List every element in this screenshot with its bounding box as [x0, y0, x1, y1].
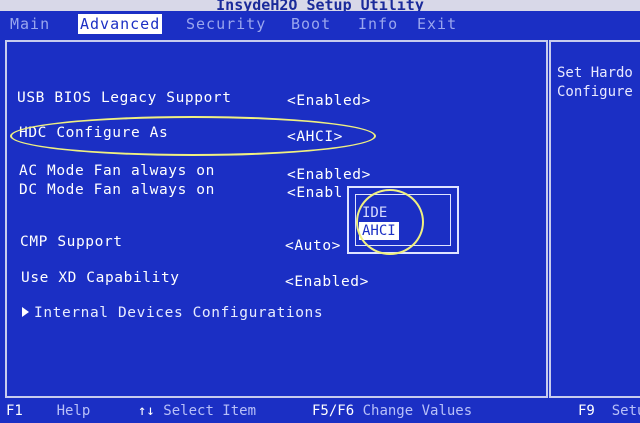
highlight-annotation-ahci	[356, 189, 424, 255]
submenu-arrow-icon	[22, 307, 29, 317]
setting-label-ac-fan[interactable]: AC Mode Fan always on	[19, 163, 215, 179]
footer-select-item: ↑↓ Select Item	[138, 403, 257, 419]
footer-change-values: F5/F6 Change Values	[312, 403, 473, 419]
setting-value-cmp-support[interactable]: <Auto>	[285, 238, 341, 254]
setting-value-xd-capability[interactable]: <Enabled>	[285, 274, 369, 290]
menu-main[interactable]: Main	[8, 14, 52, 34]
setting-value-dc-fan[interactable]: <Enabl	[287, 185, 343, 201]
setting-label-usb-legacy[interactable]: USB BIOS Legacy Support	[17, 90, 232, 106]
footer-keys: F1 Help ↑↓ Select Item F5/F6 Change Valu…	[0, 400, 640, 423]
help-line-1: Set Hardo	[557, 65, 633, 81]
submenu-internal-devices[interactable]: Internal Devices Configurations	[22, 305, 323, 321]
setting-label-cmp-support[interactable]: CMP Support	[20, 234, 123, 250]
footer-setup: F9 Setu	[578, 403, 640, 419]
submenu-label: Internal Devices Configurations	[34, 305, 324, 321]
menu-info[interactable]: Info	[356, 14, 400, 34]
highlight-annotation-hdc	[10, 116, 376, 156]
setting-value-ac-fan[interactable]: <Enabled>	[287, 167, 371, 183]
menu-boot[interactable]: Boot	[289, 14, 333, 34]
menu-bar: Main Advanced Security Boot Info Exit	[0, 11, 640, 41]
menu-security[interactable]: Security	[184, 14, 268, 34]
help-panel: Set Hardo Configure	[549, 40, 640, 398]
setting-label-xd-capability[interactable]: Use XD Capability	[21, 270, 180, 286]
help-line-2: Configure	[557, 84, 633, 100]
help-text: Set Hardo Configure	[557, 64, 633, 102]
menu-exit[interactable]: Exit	[415, 14, 459, 34]
setting-value-usb-legacy[interactable]: <Enabled>	[287, 93, 371, 109]
menu-advanced[interactable]: Advanced	[78, 14, 163, 34]
app-title-bar: InsydeH2O Setup Utility	[0, 0, 640, 11]
footer-help: F1 Help	[6, 403, 91, 419]
app-title: InsydeH2O Setup Utility	[216, 0, 424, 11]
setting-label-dc-fan[interactable]: DC Mode Fan always on	[19, 182, 215, 198]
